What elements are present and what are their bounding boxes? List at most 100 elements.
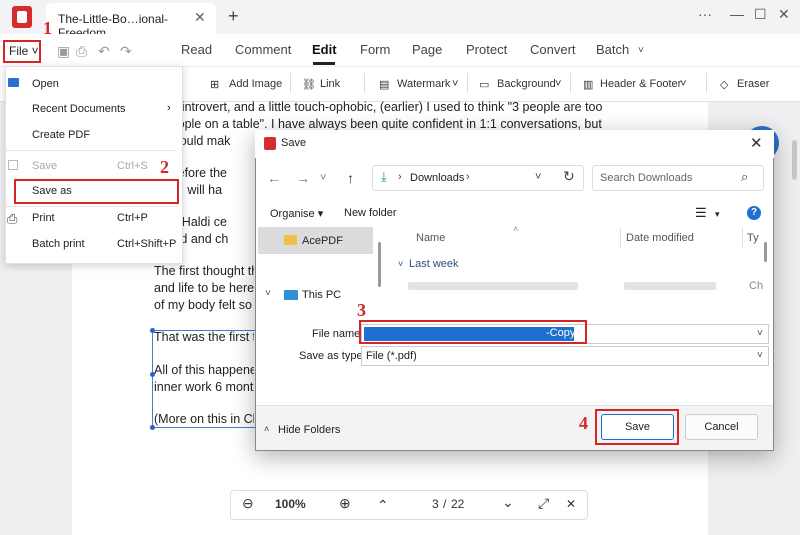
chevron-down-icon[interactable]: ˅	[555, 78, 561, 90]
selection-handle[interactable]	[150, 328, 155, 333]
blurred-file-name[interactable]	[408, 282, 578, 290]
file-name-label: File name:	[312, 328, 364, 340]
toolbar-divider	[290, 73, 291, 93]
redo-icon[interactable]: ↷	[120, 43, 132, 60]
hide-folders-button[interactable]: Hide Folders	[278, 424, 340, 436]
dialog-close-icon[interactable]: ✕	[750, 134, 763, 152]
file-list-scrollbar[interactable]	[764, 242, 767, 262]
header-footer-icon: ▥	[583, 79, 594, 91]
next-page-icon[interactable]: ⌄	[502, 494, 514, 511]
back-arrow-icon[interactable]: ←	[267, 170, 281, 186]
doc-text-line: and life to be here	[154, 281, 254, 295]
add-image-button[interactable]: Add Image	[229, 78, 282, 90]
selection-handle[interactable]	[150, 425, 155, 430]
file-menu-button[interactable]: File ˅	[3, 40, 41, 63]
text-selection-box[interactable]	[152, 330, 256, 428]
undo-icon[interactable]: ↶	[98, 43, 110, 60]
group-last-week[interactable]: Last week	[409, 258, 459, 270]
document-tab[interactable]: The-Little-Bo…ional-Freedom ✕	[46, 3, 216, 40]
nav-pane-scrollbar[interactable]	[378, 242, 381, 287]
save-button[interactable]: Save	[601, 414, 674, 440]
app-icon	[264, 137, 276, 150]
help-icon[interactable]: ?	[747, 206, 761, 220]
document-scrollbar[interactable]	[792, 140, 797, 180]
save-icon[interactable]: ▣	[57, 43, 70, 60]
eraser-button[interactable]: Eraser	[737, 78, 769, 90]
maximize-icon[interactable]: ☐	[754, 6, 767, 23]
chevron-down-icon[interactable]: ˅	[680, 78, 686, 90]
menu-item-open[interactable]: Open	[32, 78, 59, 90]
tab-edit[interactable]: Edit	[312, 42, 337, 57]
batch-chevron-icon[interactable]: ˅	[638, 45, 644, 56]
header-footer-button[interactable]: Header & Footer	[600, 78, 681, 90]
up-arrow-icon[interactable]: ↑	[347, 170, 354, 186]
previous-page-icon[interactable]: ⌃	[377, 497, 389, 514]
close-bar-icon[interactable]: ✕	[566, 497, 576, 511]
tab-batch[interactable]: Batch	[596, 42, 629, 57]
cancel-button[interactable]: Cancel	[685, 414, 758, 440]
more-icon[interactable]: ···	[698, 6, 712, 22]
file-name-dropdown-icon[interactable]: ˅	[757, 328, 763, 339]
nav-item-this-pc[interactable]: This PC	[302, 289, 341, 301]
file-name-highlight	[359, 320, 587, 344]
menu-item-save-as[interactable]: Save as	[32, 185, 72, 197]
save-as-type-select[interactable]	[361, 346, 769, 366]
zoom-out-icon[interactable]: ⊖	[242, 495, 254, 512]
tab-page[interactable]: Page	[412, 42, 442, 57]
current-page[interactable]: 3	[432, 497, 439, 511]
selection-handle[interactable]	[150, 372, 155, 377]
doc-text-line: g an introvert, and a little touch-ophob…	[154, 100, 603, 114]
organise-button[interactable]: Organise ▾	[270, 207, 323, 220]
view-options-icon[interactable]: ☰	[695, 205, 707, 221]
toolbar-divider	[570, 73, 571, 93]
menu-item-batch-print[interactable]: Batch print	[32, 238, 85, 250]
column-type[interactable]: Ty	[747, 232, 759, 244]
new-tab-icon[interactable]: +	[228, 6, 239, 27]
window-close-icon[interactable]: ✕	[778, 6, 790, 23]
tab-comment[interactable]: Comment	[235, 42, 291, 57]
doc-text-line: y people on a table". I have always been…	[154, 117, 602, 131]
add-image-icon: ⊞	[210, 79, 220, 91]
save-icon	[8, 160, 18, 170]
chevron-down-icon[interactable]: ˅	[452, 78, 458, 90]
tab-convert[interactable]: Convert	[530, 42, 576, 57]
column-divider[interactable]	[742, 228, 743, 248]
forward-arrow-icon[interactable]: →	[296, 170, 310, 186]
doc-text-line: of my body felt so	[154, 298, 252, 312]
eraser-icon: ◇	[720, 79, 729, 91]
chevron-down-icon[interactable]: ▾	[715, 209, 720, 220]
dialog-title-bar	[255, 130, 774, 158]
column-divider[interactable]	[620, 228, 621, 248]
group-chevron-icon[interactable]: ˅	[398, 259, 403, 269]
background-button[interactable]: Background	[497, 78, 556, 90]
new-folder-button[interactable]: New folder	[344, 207, 397, 219]
save-shortcut: Ctrl+S	[117, 160, 148, 172]
minimize-icon[interactable]: —	[730, 6, 744, 22]
tab-form[interactable]: Form	[360, 42, 390, 57]
refresh-icon[interactable]: ↻	[563, 168, 575, 185]
zoom-in-icon[interactable]: ⊕	[339, 495, 351, 512]
column-name[interactable]: Name	[416, 232, 445, 244]
tab-read[interactable]: Read	[181, 42, 212, 57]
watermark-button[interactable]: Watermark	[397, 78, 450, 90]
dialog-title: Save	[281, 137, 307, 149]
expand-chevron-icon[interactable]: ˅	[265, 288, 271, 299]
print-icon[interactable]: ⎙	[76, 43, 87, 60]
fit-page-icon[interactable]: ⤢	[538, 495, 549, 512]
address-bar[interactable]	[372, 165, 584, 191]
link-button[interactable]: Link	[320, 78, 340, 90]
save-as-type-dropdown-icon[interactable]: ˅	[757, 350, 763, 361]
tab-protect[interactable]: Protect	[466, 42, 507, 57]
column-date-modified[interactable]: Date modified	[626, 232, 694, 244]
step-marker-2: 2	[160, 157, 169, 177]
menu-item-print[interactable]: Print	[32, 212, 55, 224]
hide-folders-chevron-icon[interactable]: ˄	[264, 424, 269, 434]
address-dropdown-icon[interactable]: ˅	[535, 171, 541, 183]
menu-item-create-pdf[interactable]: Create PDF	[32, 129, 90, 141]
chevron-down-icon[interactable]: ˅	[320, 172, 326, 184]
zoom-level[interactable]: 100%	[275, 497, 306, 511]
close-tab-icon[interactable]: ✕	[194, 9, 206, 26]
menu-item-recent-documents[interactable]: Recent Documents	[32, 103, 126, 115]
app-logo-icon	[12, 6, 32, 28]
address-path[interactable]: Downloads	[410, 172, 464, 184]
